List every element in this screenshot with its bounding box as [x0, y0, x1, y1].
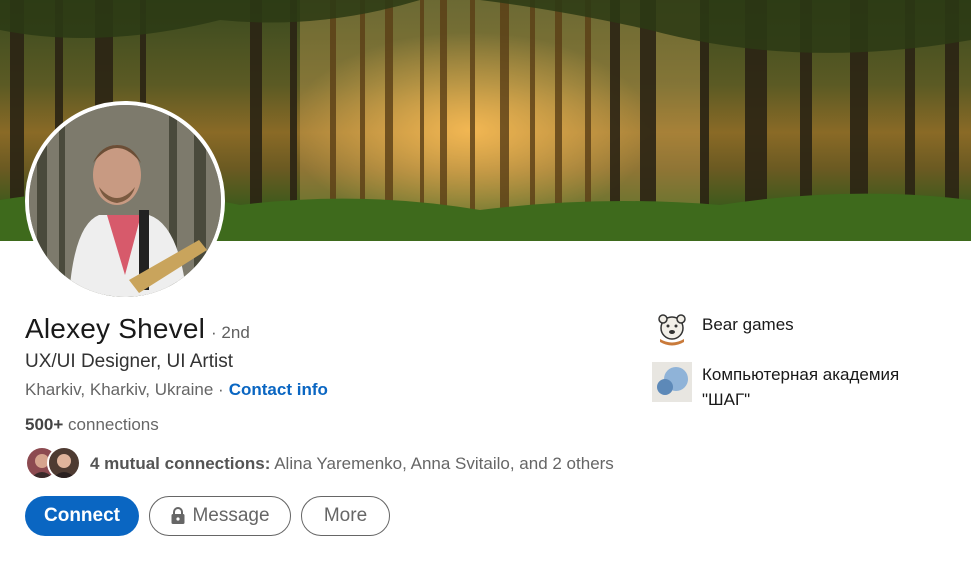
circles-logo-icon: [652, 362, 692, 402]
connect-button[interactable]: Connect: [25, 496, 139, 536]
profile-headline: UX/UI Designer, UI Artist: [25, 351, 234, 372]
experience-item-bear-games[interactable]: Bear games: [652, 312, 932, 352]
profile-photo: [29, 105, 221, 297]
mutual-names: Alina Yaremenko, Anna Svitailo, and 2 ot…: [274, 454, 614, 473]
profile-actions: Connect Message More: [25, 496, 390, 536]
mutual-avatar: [47, 446, 81, 480]
education-item-shag[interactable]: Компьютерная академия "ШАГ": [652, 362, 932, 412]
contact-info-link[interactable]: Contact info: [229, 380, 328, 400]
mutual-connections[interactable]: 4 mutual connections: Alina Yaremenko, A…: [25, 446, 614, 482]
bear-games-logo-icon: [652, 312, 692, 352]
location-row: Kharkiv, Kharkiv, Ukraine · Contact info: [25, 380, 328, 400]
mutual-text: 4 mutual connections: Alina Yaremenko, A…: [90, 454, 614, 474]
name-row: Alexey Shevel · 2nd: [25, 313, 250, 345]
profile-avatar[interactable]: [25, 101, 225, 301]
mutual-count: 4 mutual connections:: [90, 454, 271, 473]
lock-icon: [171, 507, 185, 524]
more-button[interactable]: More: [301, 496, 390, 536]
message-button[interactable]: Message: [149, 496, 291, 536]
education-name: Компьютерная академия "ШАГ": [702, 365, 900, 409]
connection-degree: · 2nd: [211, 323, 250, 342]
mutual-avatars: [25, 446, 83, 482]
message-label: Message: [192, 505, 270, 526]
profile-name: Alexey Shevel: [25, 313, 206, 344]
more-label: More: [323, 505, 368, 526]
connect-label: Connect: [44, 505, 120, 526]
connections-number: 500+: [25, 415, 64, 434]
profile-location: Kharkiv, Kharkiv, Ukraine ·: [25, 380, 224, 399]
experience-name: Bear games: [702, 315, 794, 334]
connections-label: connections: [68, 415, 159, 434]
connections-count[interactable]: 500+ connections: [25, 415, 159, 435]
